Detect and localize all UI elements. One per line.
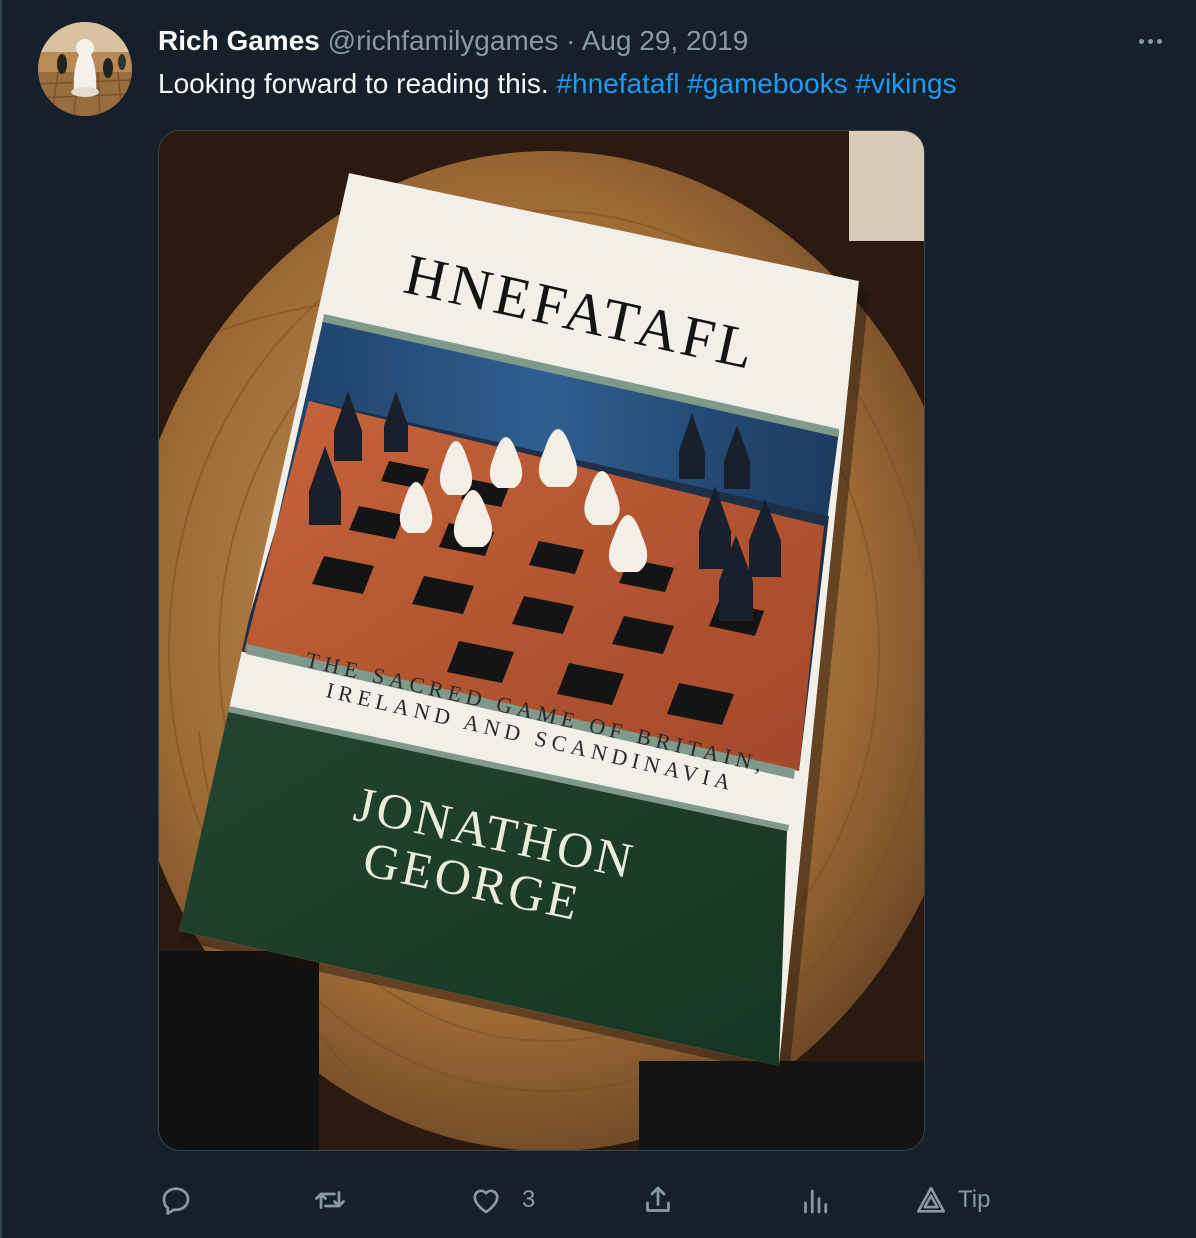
tweet-header: Rich Games @richfamilygames · Aug 29, 20…	[158, 24, 748, 58]
like-count: 3	[522, 1186, 536, 1213]
retweet-button[interactable]	[312, 1176, 348, 1224]
reply-icon	[158, 1182, 194, 1218]
hashtag-link[interactable]: #gamebooks	[687, 68, 847, 99]
tweet-date[interactable]: Aug 29, 2019	[582, 25, 749, 56]
tweet[interactable]: Rich Games @richfamilygames · Aug 29, 20…	[0, 0, 1196, 1238]
tip-button[interactable]: Tip	[914, 1176, 990, 1224]
more-options-icon[interactable]	[1128, 26, 1172, 56]
tweet-text-body: Looking forward to reading this.	[158, 68, 549, 99]
analytics-button[interactable]	[798, 1176, 834, 1224]
like-button[interactable]: 3	[468, 1176, 535, 1224]
author-name[interactable]: Rich Games	[158, 25, 320, 56]
share-icon	[640, 1182, 676, 1218]
separator-dot: ·	[566, 25, 576, 56]
tweet-photo[interactable]: HNEFATAFL THE SACRED GAME OF BRITAIN, IR…	[158, 130, 925, 1151]
analytics-icon	[798, 1182, 834, 1218]
author-handle[interactable]: @richfamilygames	[328, 25, 559, 56]
heart-icon	[468, 1182, 504, 1218]
column-border	[0, 0, 2, 1238]
hashtag-link[interactable]: #hnefatafl	[556, 68, 679, 99]
tip-icon	[914, 1183, 948, 1217]
hashtag-link[interactable]: #vikings	[855, 68, 956, 99]
share-button[interactable]	[640, 1176, 676, 1224]
tip-label: Tip	[958, 1186, 991, 1213]
retweet-icon	[312, 1182, 348, 1218]
tweet-text: Looking forward to reading this. #hnefat…	[158, 66, 957, 102]
reply-button[interactable]	[158, 1176, 194, 1224]
tweet-actions: 3 Tip	[158, 1176, 1058, 1224]
avatar[interactable]	[38, 22, 132, 116]
